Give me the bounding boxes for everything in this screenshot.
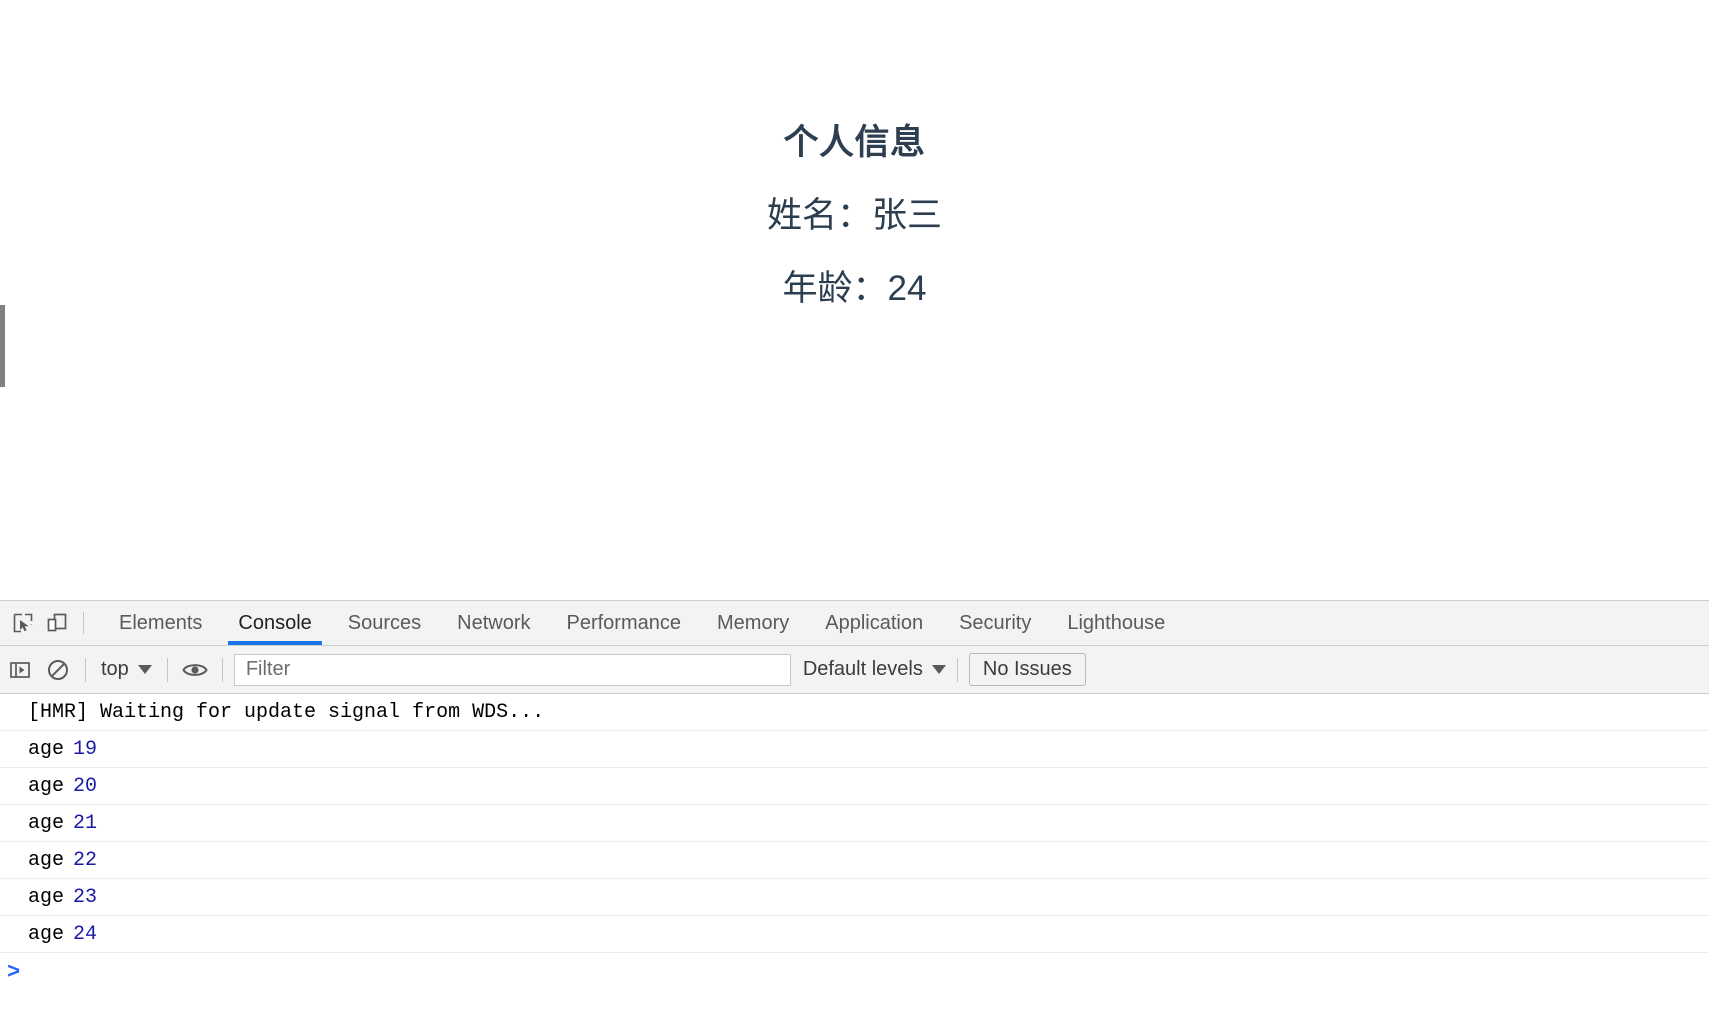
person-name-line: 姓名：张三 [766,196,942,235]
tab-label: Console [238,611,312,634]
page-viewport: 个人信息 姓名：张三 年龄：24 [0,0,1709,600]
console-sidebar-icon[interactable] [4,654,36,686]
browser-window: 个人信息 姓名：张三 年龄：24 Elements Console Source… [0,0,1709,1022]
tab-application[interactable]: Application [807,601,941,645]
console-filter-box[interactable] [233,653,791,686]
console-message-value: 21 [73,811,98,835]
execution-context-label: top [101,658,129,680]
console-row[interactable]: age 20 [0,768,1709,805]
console-message-text: [HMR] Waiting for update signal from WDS… [28,700,545,724]
console-message-text: age [28,774,65,798]
console-message-text: age [28,811,65,835]
tab-label: Security [959,611,1032,634]
execution-context-selector[interactable]: top [97,658,156,681]
toolbar-divider [166,657,168,682]
tab-label: Sources [347,611,422,634]
tab-label: Elements [119,611,203,634]
toolbar-divider [221,657,223,682]
log-level-label: Default levels [802,658,923,680]
console-row[interactable]: [HMR] Waiting for update signal from WDS… [0,694,1709,731]
person-age-line: 年龄：24 [782,269,927,308]
console-message-text: age [28,737,65,761]
console-output[interactable]: [HMR] Waiting for update signal from WDS… [0,694,1709,1022]
tab-elements[interactable]: Elements [101,601,220,645]
tab-sources[interactable]: Sources [330,601,439,645]
tab-label: Memory [717,611,790,634]
console-message-text: age [28,922,65,946]
tab-label: Performance [566,611,682,634]
console-message-text: age [28,885,65,909]
chevron-down-icon [137,665,152,674]
tab-label: Application [825,611,924,634]
tab-security[interactable]: Security [941,601,1049,645]
issues-button[interactable]: No Issues [968,653,1086,686]
live-expression-eye-icon[interactable] [179,654,211,686]
console-message-value: 23 [73,885,98,909]
toolbar-divider [956,657,958,682]
tab-memory[interactable]: Memory [699,601,807,645]
inspect-element-icon[interactable] [6,606,40,640]
console-row[interactable]: age 24 [0,916,1709,953]
page-scrollbar-thumb[interactable] [0,305,5,387]
console-prompt[interactable]: > [0,953,1709,993]
console-message-value: 20 [73,774,98,798]
device-toolbar-icon[interactable] [40,606,74,640]
console-message-value: 19 [73,737,98,761]
chevron-down-icon [931,665,946,674]
log-level-selector[interactable]: Default levels [803,658,946,681]
devtools-tab-list: Elements Console Sources Network Perform… [101,601,1183,645]
tab-network[interactable]: Network [439,601,548,645]
console-row[interactable]: age 19 [0,731,1709,768]
clear-console-icon[interactable] [42,654,74,686]
console-row[interactable]: age 23 [0,879,1709,916]
prompt-chevron-icon: > [7,960,21,985]
tab-performance[interactable]: Performance [549,601,700,645]
console-message-text: age [28,848,65,872]
console-toolbar: top Default levels No Issues [0,646,1709,694]
page-title: 个人信息 [783,123,926,162]
toolbar-divider [85,657,86,682]
console-message-value: 22 [73,848,98,872]
search-input[interactable] [243,657,781,682]
tab-console[interactable]: Console [220,601,329,645]
devtools-panel: Elements Console Sources Network Perform… [0,600,1709,1022]
tab-label: Lighthouse [1067,611,1166,634]
tab-label: Network [457,611,531,634]
console-row[interactable]: age 21 [0,805,1709,842]
devtools-tabbar: Elements Console Sources Network Perform… [0,601,1709,646]
tab-lighthouse[interactable]: Lighthouse [1049,601,1183,645]
console-row[interactable]: age 22 [0,842,1709,879]
console-message-value: 24 [73,922,98,946]
toolbar-divider [83,612,84,634]
